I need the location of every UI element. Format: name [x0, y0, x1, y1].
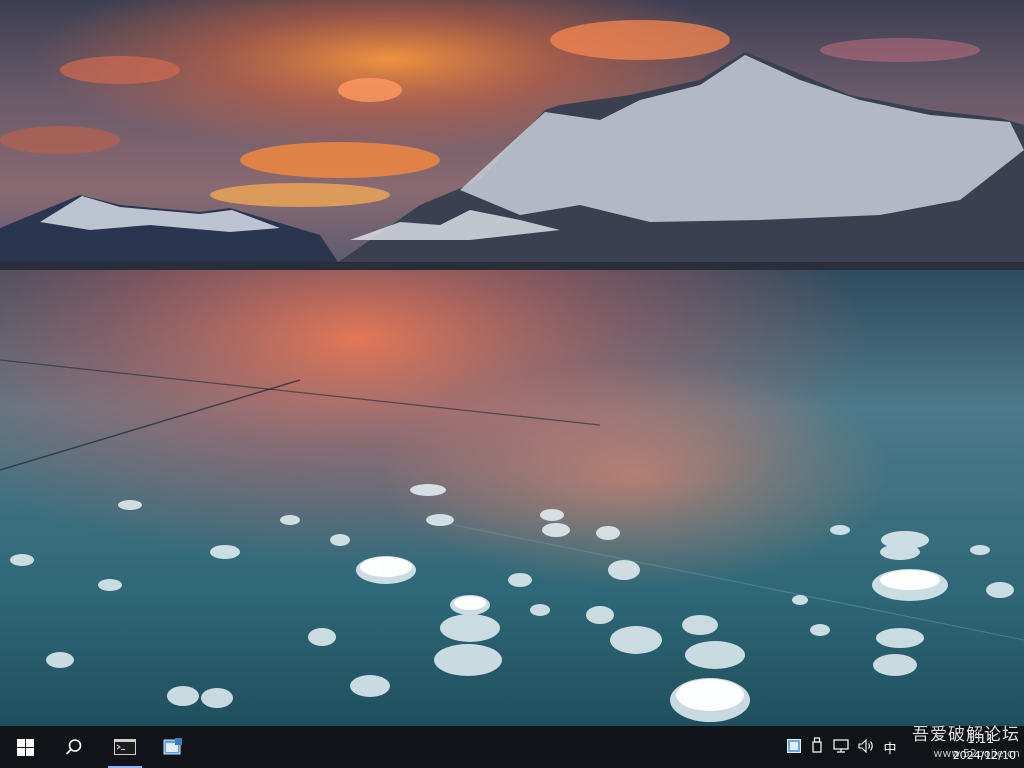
usb-device-icon: [811, 737, 823, 757]
clock-time: 1:11: [967, 732, 994, 746]
app-window-icon: [163, 738, 183, 756]
taskbar-app-terminal[interactable]: [102, 726, 148, 768]
clock[interactable]: 1:11 2024/12/10: [896, 726, 1016, 768]
clock-date: 2024/12/10: [952, 749, 1016, 762]
search-button[interactable]: [50, 726, 98, 768]
ime-label: 中: [883, 741, 897, 757]
terminal-icon: [114, 739, 136, 755]
tray-notification-app[interactable]: [784, 726, 804, 768]
wallpaper-image: [0, 0, 1024, 726]
desktop[interactable]: [0, 0, 1024, 726]
start-button[interactable]: [0, 726, 50, 768]
search-icon: [65, 738, 83, 756]
taskbar-app-window[interactable]: [150, 726, 196, 768]
windows-logo-icon: [16, 738, 34, 756]
volume-icon: [858, 738, 876, 757]
tray-usb-device[interactable]: [808, 726, 826, 768]
notification-app-icon: [787, 738, 801, 757]
tray-volume[interactable]: [856, 726, 878, 768]
taskbar: 中 1:11 2024/12/10: [0, 726, 1024, 768]
network-icon: [833, 738, 849, 757]
tray-network[interactable]: [830, 726, 852, 768]
